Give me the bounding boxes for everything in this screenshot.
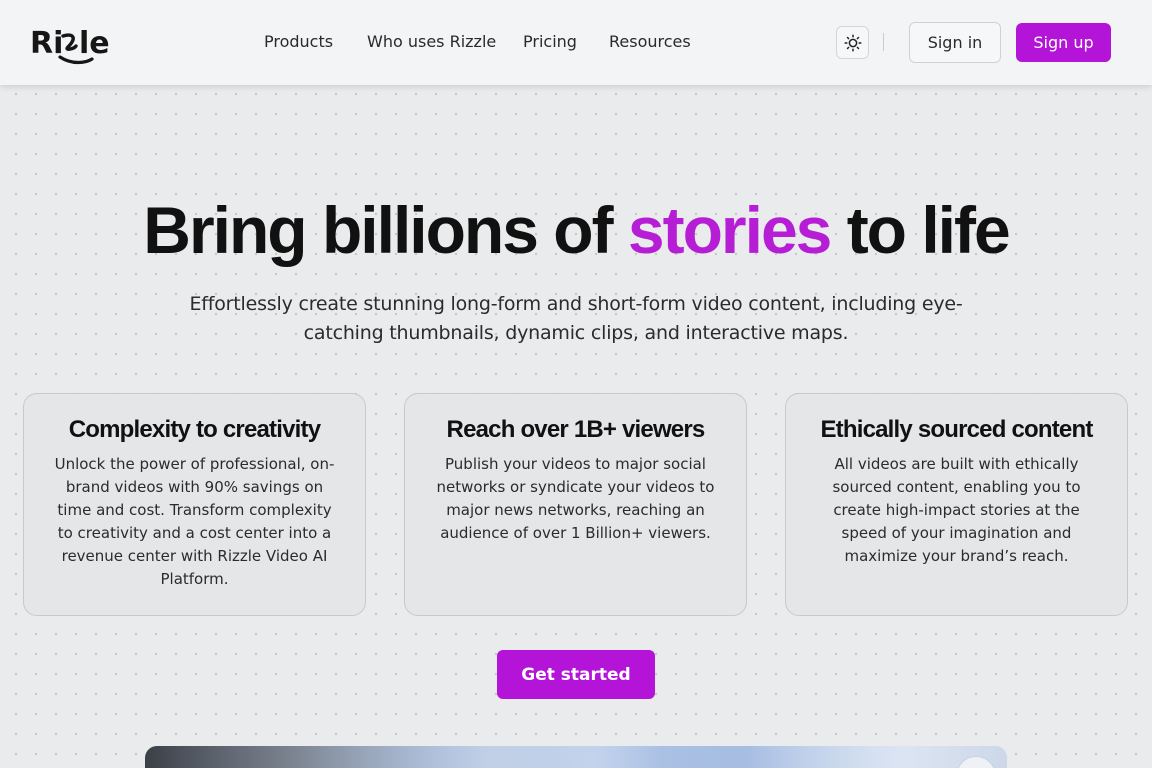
mountain-ridge-shape — [145, 746, 1007, 768]
nav-pricing[interactable]: Pricing — [523, 32, 577, 51]
hero-title-end: to life — [830, 193, 1011, 267]
feature-card-body: Publish your videos to major social netw… — [436, 455, 715, 542]
sign-in-button[interactable]: Sign in — [909, 22, 1001, 63]
hero-title: Bring billions of stories to life — [0, 192, 1152, 268]
product-preview-image — [145, 746, 1007, 768]
feature-card-title: Reach over 1B+ viewers — [446, 416, 706, 443]
feature-card-title: Complexity to creativity — [68, 416, 321, 443]
svg-text:Ri: Ri — [30, 26, 63, 61]
feature-card-body: Unlock the power of professional, on-bra… — [54, 455, 335, 588]
nav-who-uses-rizzle[interactable]: Who uses Rizzle — [367, 32, 496, 51]
nav-products[interactable]: Products — [264, 32, 333, 51]
sign-up-button[interactable]: Sign up — [1016, 23, 1111, 62]
feature-card-title: Ethically sourced content — [820, 416, 1093, 443]
hero-title-accent: stories — [627, 193, 832, 267]
sun-icon — [843, 33, 862, 52]
rizzle-logo[interactable]: Ri le — [30, 19, 112, 65]
hero-subtitle: Effortlessly create stunning long-form a… — [189, 293, 963, 344]
header-divider — [883, 33, 884, 51]
theme-toggle-button[interactable] — [836, 26, 869, 59]
feature-card-reach: Reach over 1B+ viewers Publish your vide… — [404, 393, 747, 616]
nav-resources[interactable]: Resources — [609, 32, 691, 51]
site-header: Ri le Products Who uses Rizzle Pricing R… — [0, 0, 1152, 85]
feature-card-ethical: Ethically sourced content All videos are… — [785, 393, 1128, 616]
get-started-button[interactable]: Get started — [497, 650, 655, 699]
feature-card-body: All videos are built with ethically sour… — [832, 455, 1081, 565]
hero-title-start: Bring billions of — [143, 193, 628, 267]
svg-text:le: le — [79, 26, 110, 61]
feature-card-complexity: Complexity to creativity Unlock the powe… — [23, 393, 366, 616]
